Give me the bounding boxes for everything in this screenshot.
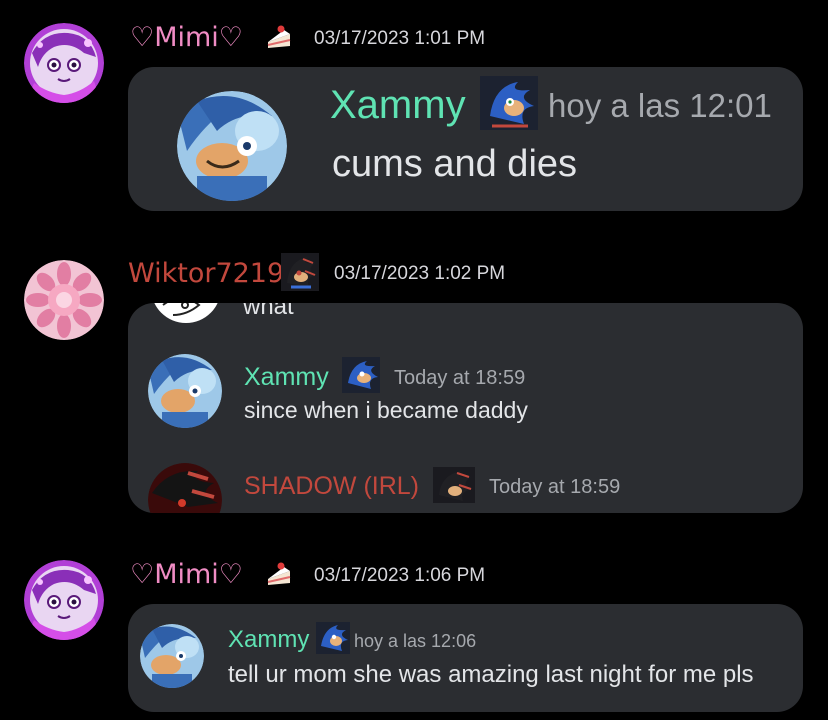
cake-slice-icon [264, 561, 294, 589]
avatar-mimi[interactable] [24, 23, 104, 103]
quoted-timestamp: hoy a las 12:01 [548, 87, 772, 124]
screenshot-attachment[interactable]: what Xammy Today at 18:59 since when i b… [128, 303, 803, 513]
screenshot-attachment[interactable]: Xammy hoy a las 12:01 cums and dies [128, 67, 803, 211]
partial-avatar [151, 303, 221, 323]
mimi-avatar-art [24, 23, 104, 103]
message-timestamp: 03/17/2023 1:06 PM [314, 565, 486, 586]
avatar-shadow [148, 463, 222, 513]
quoted-message-text: tell ur mom she was amazing last night f… [228, 661, 754, 688]
screenshot-attachment[interactable]: Xammy hoy a las 12:06 tell ur mom she wa… [128, 604, 803, 712]
quoted-author-name: Xammy [228, 626, 310, 653]
sonic-hedgehog-icon [480, 76, 538, 130]
quoted-timestamp: hoy a las 12:06 [354, 631, 477, 651]
third-timestamp: Today at 18:59 [489, 476, 621, 498]
avatar-xammy [177, 91, 287, 201]
author-name[interactable]: ♡Mimi♡ [130, 24, 243, 51]
dahlia-flower-avatar-art [24, 260, 104, 340]
quoted-author-name: Xammy [244, 363, 329, 391]
quoted-message-text: cums and dies [332, 143, 578, 185]
cake-slice-icon [264, 24, 294, 52]
partial-message-text: what [243, 303, 294, 320]
avatar-wiktor[interactable] [24, 260, 104, 340]
message-timestamp: 03/17/2023 1:01 PM [314, 28, 486, 49]
mimi-avatar-art [24, 560, 104, 640]
shadow-hedgehog-icon [433, 467, 475, 503]
quoted-timestamp: Today at 18:59 [394, 367, 526, 389]
avatar-xammy [148, 354, 222, 428]
sonic-hedgehog-icon [316, 622, 350, 654]
shadow-hedgehog-icon [281, 253, 319, 291]
avatar-mimi[interactable] [24, 560, 104, 640]
avatar-xammy [140, 624, 204, 688]
third-author-name: SHADOW (IRL) [244, 472, 419, 500]
author-name[interactable]: Wiktor7219 [128, 260, 284, 287]
quoted-message-text: since when i became daddy [244, 397, 528, 423]
quoted-author-name: Xammy [330, 83, 466, 127]
sonic-hedgehog-icon [342, 357, 380, 393]
message-timestamp: 03/17/2023 1:02 PM [334, 263, 506, 284]
author-name[interactable]: ♡Mimi♡ [130, 561, 243, 588]
